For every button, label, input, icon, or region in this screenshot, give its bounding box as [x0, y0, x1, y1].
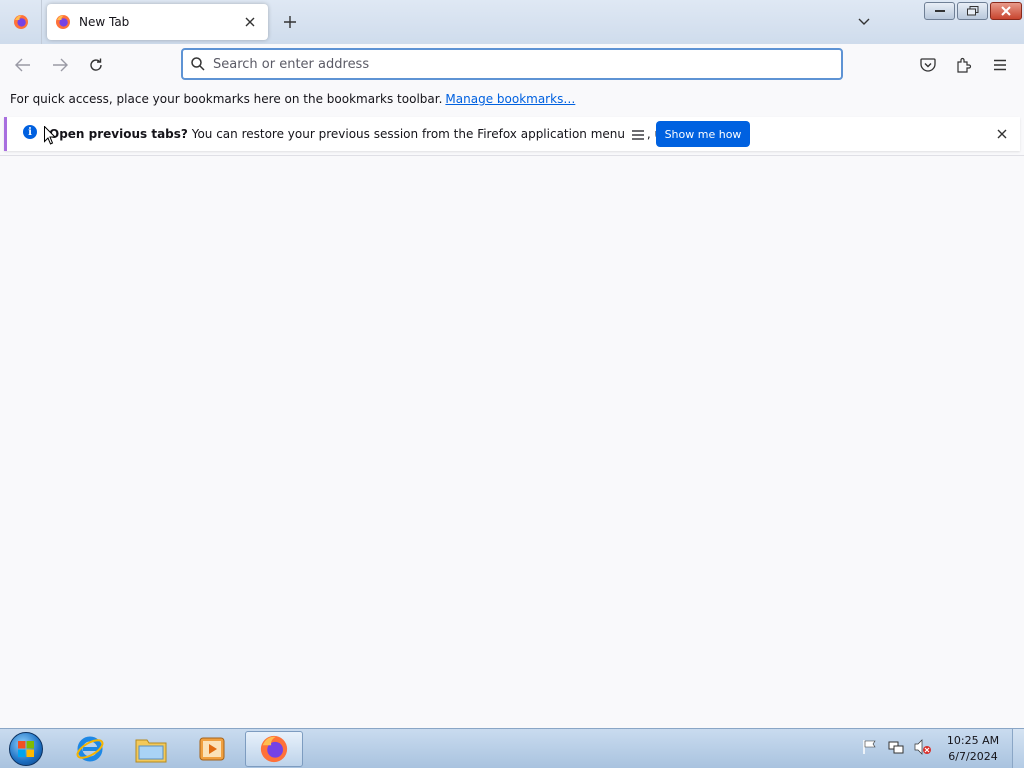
action-center-flag-icon[interactable] — [862, 739, 878, 755]
back-button[interactable] — [10, 53, 36, 77]
pocket-icon — [920, 57, 936, 72]
puzzle-piece-icon — [957, 57, 972, 73]
bookmarks-toolbar: For quick access, place your bookmarks h… — [0, 86, 1024, 112]
page-content-area[interactable] — [0, 156, 1024, 728]
forward-arrow-icon — [53, 58, 68, 72]
chevron-down-icon — [858, 18, 870, 25]
close-window-button[interactable] — [990, 2, 1022, 20]
restore-icon — [966, 6, 978, 16]
close-notification-icon[interactable] — [993, 125, 1011, 143]
mouse-cursor-icon — [44, 126, 56, 145]
notification-body: You can restore your previous session fr… — [191, 127, 626, 141]
tab-close-icon[interactable] — [240, 12, 260, 32]
minimize-icon — [934, 10, 945, 12]
window-controls — [924, 2, 1022, 20]
clock-date: 6/7/2024 — [948, 750, 998, 763]
session-restore-notification: i Open previous tabs? You can restore yo… — [4, 117, 1020, 151]
manage-bookmarks-link[interactable]: Manage bookmarks… — [445, 92, 575, 106]
hamburger-menu-icon — [631, 129, 644, 140]
show-me-how-button[interactable]: Show me how — [656, 121, 750, 147]
list-all-tabs-button[interactable] — [852, 12, 876, 32]
windows-start-orb-icon — [9, 732, 43, 766]
reload-icon — [90, 58, 102, 71]
start-button[interactable] — [6, 731, 46, 767]
new-tab-button[interactable] — [277, 10, 303, 34]
taskbar: 10:25 AM 6/7/2024 — [0, 728, 1024, 768]
taskbar-media-player[interactable] — [183, 731, 241, 767]
reload-button[interactable] — [83, 53, 109, 77]
notification-message: Open previous tabs? You can restore your… — [49, 127, 738, 141]
internet-explorer-icon — [76, 736, 104, 762]
pocket-button[interactable] — [915, 53, 941, 77]
extensions-button[interactable] — [951, 53, 977, 77]
taskbar-clock[interactable]: 10:25 AM 6/7/2024 — [940, 733, 1006, 765]
navigation-toolbar — [0, 44, 1024, 86]
back-arrow-icon — [15, 58, 30, 72]
firefox-view-button[interactable] — [0, 0, 42, 44]
network-icon[interactable] — [888, 739, 904, 755]
speaker-muted-icon[interactable] — [914, 739, 932, 755]
tab-strip: New Tab — [0, 0, 1024, 44]
forward-button[interactable] — [47, 53, 73, 77]
taskbar-firefox[interactable] — [245, 731, 303, 767]
url-input[interactable] — [213, 56, 813, 72]
folder-icon — [135, 739, 167, 763]
tab-title: New Tab — [79, 15, 130, 29]
close-icon — [1001, 6, 1011, 16]
tab-new-tab[interactable]: New Tab — [47, 4, 268, 40]
bookmarks-toolbar-message: For quick access, place your bookmarks h… — [10, 92, 443, 106]
info-icon: i — [23, 125, 37, 139]
app-menu-button[interactable] — [987, 53, 1013, 77]
minimize-button[interactable] — [924, 2, 955, 20]
clock-time: 10:25 AM — [946, 734, 1000, 747]
notification-title: Open previous tabs? — [49, 127, 188, 141]
show-desktop-button[interactable] — [1012, 729, 1024, 768]
hamburger-menu-icon — [994, 59, 1006, 71]
taskbar-file-explorer[interactable] — [122, 731, 180, 767]
taskbar-internet-explorer[interactable] — [61, 731, 119, 767]
search-icon — [191, 57, 205, 71]
media-player-icon — [199, 737, 225, 761]
firefox-view-icon — [13, 15, 28, 29]
system-tray — [862, 739, 932, 755]
address-bar[interactable] — [181, 48, 843, 80]
firefox-logo-icon — [56, 15, 70, 29]
firefox-logo-icon — [260, 735, 288, 763]
restore-button[interactable] — [957, 2, 988, 20]
plus-icon — [284, 16, 296, 28]
